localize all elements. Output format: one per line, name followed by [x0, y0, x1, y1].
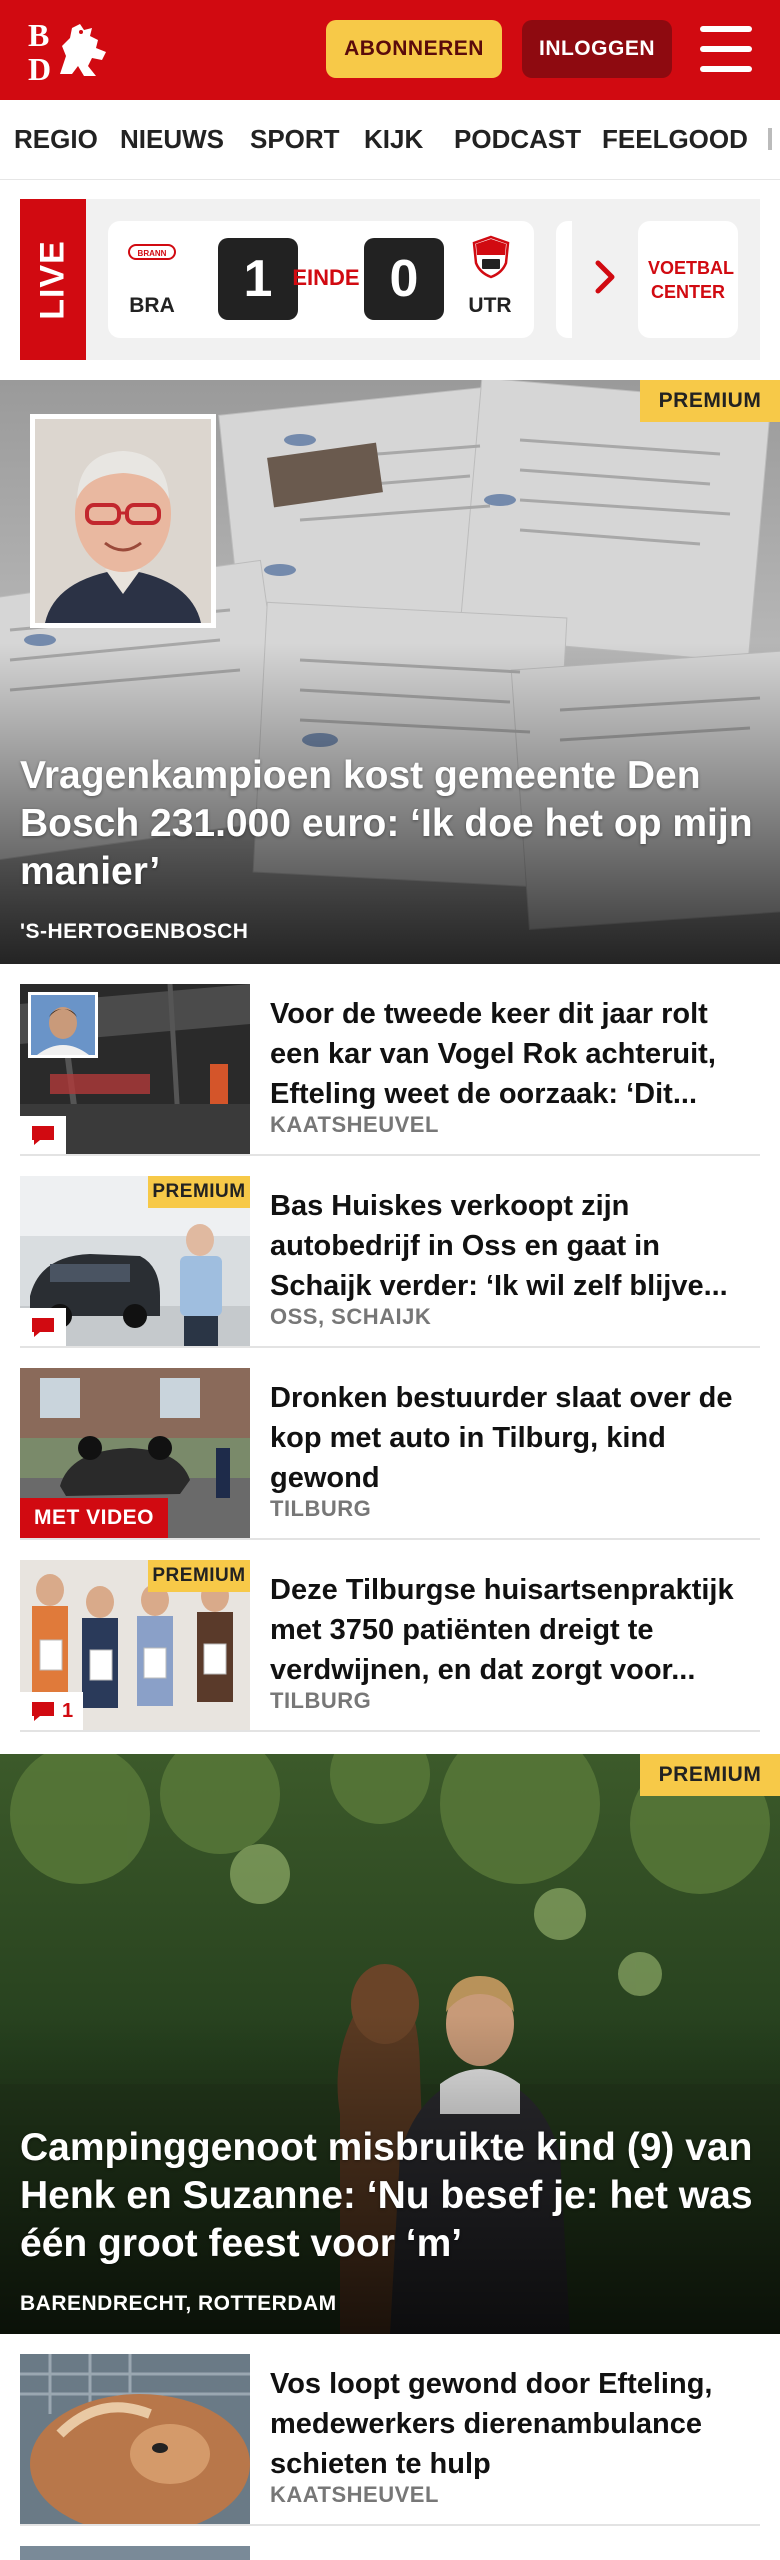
- svg-text:B: B: [28, 17, 49, 53]
- comment-icon: [32, 1318, 54, 1337]
- voetbal-center-button[interactable]: VOETBAL CENTER: [638, 221, 738, 338]
- comment-count: 1: [62, 1699, 74, 1722]
- article-location: KAATSHEUVEL: [270, 2482, 439, 2507]
- article-location: KAATSHEUVEL: [270, 1112, 439, 1137]
- article-row[interactable]: Vos loopt gewond door Efteling, medewerk…: [20, 2354, 760, 2526]
- comment-indicator: [20, 1116, 66, 1154]
- match-card[interactable]: BRANN BRA 1 EINDE 0 UTR: [108, 221, 534, 338]
- inset-photo: [28, 992, 98, 1058]
- premium-badge: PREMIUM: [148, 1560, 250, 1592]
- nav-overflow-indicator: [768, 128, 772, 150]
- hero-article-2[interactable]: PREMIUM Campinggenoot misbruikte kind (9…: [0, 1754, 780, 2334]
- home-team-code: BRA: [129, 294, 175, 317]
- svg-text:BRANN: BRANN: [138, 249, 167, 258]
- nav-item-kijk[interactable]: KIJK: [364, 124, 423, 155]
- article-location: OSS, SCHAIJK: [270, 1304, 432, 1329]
- columnist-portrait: [30, 414, 216, 628]
- premium-badge: PREMIUM: [148, 1176, 250, 1208]
- article-location: TILBURG: [270, 1688, 372, 1713]
- site-header: B D ABONNEREN INLOGGEN: [0, 0, 780, 100]
- hero-2-title[interactable]: Campinggenoot misbruikte kind (9) van He…: [20, 2124, 756, 2268]
- section-nav: REGIO NIEUWS SPORT KIJK PODCAST FEELGOOD: [0, 100, 780, 180]
- nav-item-feelgood[interactable]: FEELGOOD: [602, 124, 748, 155]
- article-title[interactable]: Dronken bestuurder slaat over de kop met…: [270, 1378, 760, 1498]
- bd-logo[interactable]: B D: [26, 16, 114, 87]
- article-title[interactable]: Deze Tilburgse huisartsenprak­tijk met 3…: [270, 1570, 760, 1690]
- nav-item-nieuws[interactable]: NIEUWS: [120, 124, 224, 155]
- comment-indicator: [20, 1308, 66, 1346]
- away-score: 0: [364, 238, 444, 320]
- premium-badge: PREMIUM: [640, 1754, 780, 1796]
- home-score: 1: [218, 238, 298, 320]
- article-location: TILBURG: [270, 1496, 372, 1521]
- comment-icon: [32, 1702, 54, 1721]
- away-team: UTR: [460, 221, 520, 338]
- away-team-code: UTR: [468, 294, 512, 317]
- article-row[interactable]: PREMIUM 1 Deze Tilburgse huisartsenprak­…: [20, 1560, 760, 1732]
- nav-item-podcast[interactable]: PODCAST: [454, 124, 581, 155]
- nav-item-sport[interactable]: SPORT: [250, 124, 340, 155]
- login-button[interactable]: INLOGGEN: [522, 20, 672, 78]
- comment-icon: [32, 1126, 54, 1145]
- article-thumbnail: PREMIUM: [20, 1176, 250, 1346]
- article-title[interactable]: Vos loopt gewond door Efteling, medewerk…: [270, 2364, 760, 2484]
- article-thumbnail: [20, 2546, 250, 2560]
- next-match-card[interactable]: [556, 221, 572, 338]
- home-team: BRANN BRA: [122, 221, 182, 338]
- svg-text:D: D: [28, 51, 51, 84]
- article-row-next[interactable]: [20, 2546, 760, 2560]
- live-label: LIVE: [20, 199, 86, 360]
- hero-article-1[interactable]: PREMIUM Vragenkampioen kost gemeente Den…: [0, 380, 780, 964]
- article-title[interactable]: Bas Huiskes verkoopt zijn autobedrijf in…: [270, 1186, 760, 1306]
- article-row[interactable]: PREMIUM Bas Huiskes verkoopt zijn autobe…: [20, 1176, 760, 1348]
- brann-badge-icon: BRANN: [128, 244, 176, 260]
- article-thumbnail: MET VIDEO: [20, 1368, 250, 1538]
- subscribe-button[interactable]: ABONNEREN: [326, 20, 502, 78]
- article-title[interactable]: Voor de tweede keer dit jaar rolt een ka…: [270, 994, 760, 1114]
- comment-indicator: 1: [20, 1692, 84, 1730]
- nav-item-regio[interactable]: REGIO: [14, 124, 98, 155]
- video-badge: MET VIDEO: [20, 1498, 169, 1538]
- article-thumbnail: [20, 984, 250, 1154]
- chevron-right-icon[interactable]: [586, 257, 626, 297]
- live-score-panel: LIVE BRANN BRA 1 EINDE 0 UTR VOETBAL CEN…: [20, 199, 760, 360]
- hero-2-location: BARENDRECHT, ROTTERDAM: [20, 2292, 337, 2315]
- fc-utrecht-crest-icon: [472, 235, 510, 279]
- hero-1-title[interactable]: Vragenkampioen kost gemeente Den Bosch 2…: [20, 752, 756, 896]
- article-thumbnail: PREMIUM 1: [20, 1560, 250, 1730]
- match-status: EINDE: [292, 265, 360, 290]
- article-thumbnail: [20, 2354, 250, 2524]
- article-row[interactable]: Voor de tweede keer dit jaar rolt een ka…: [20, 984, 760, 1156]
- menu-icon[interactable]: [700, 26, 752, 72]
- hero-1-location: 'S-HERTOGENBOSCH: [20, 920, 249, 943]
- premium-badge: PREMIUM: [640, 380, 780, 422]
- article-row[interactable]: MET VIDEO Dronken bestuurder slaat over …: [20, 1368, 760, 1540]
- person-portrait-icon: [35, 419, 211, 623]
